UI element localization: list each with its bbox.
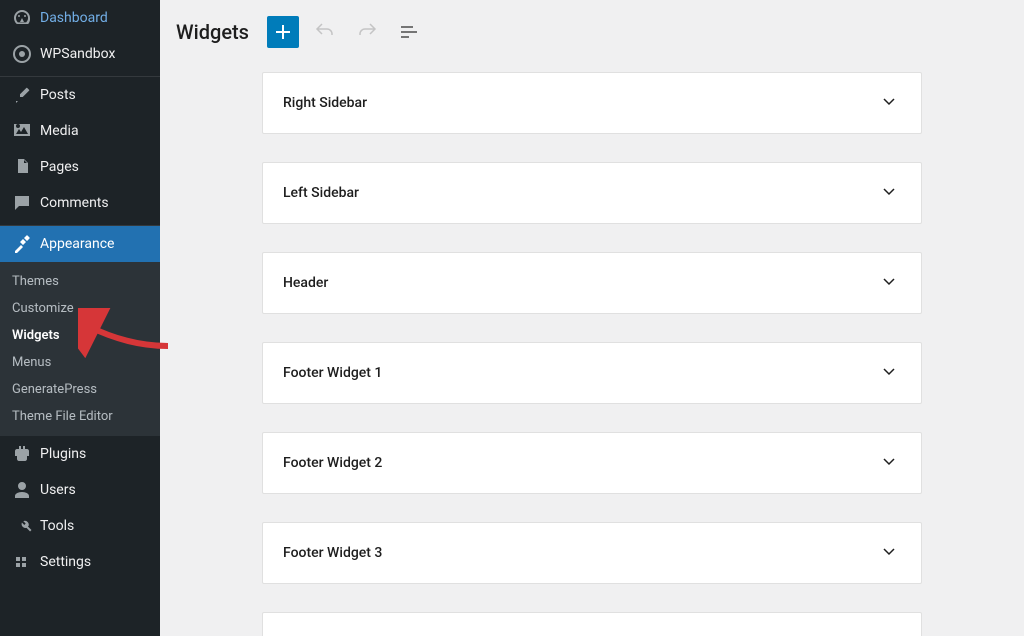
chevron-down-icon — [877, 359, 901, 387]
sidebar-item-label: Pages — [40, 159, 79, 175]
sidebar-item-wpsandbox[interactable]: WPSandbox — [0, 36, 160, 72]
widget-area-footer-2[interactable]: Footer Widget 2 — [262, 432, 922, 494]
main-content: Widgets Right Sidebar Left Sidebar He — [160, 0, 1024, 636]
redo-button[interactable] — [351, 16, 383, 48]
dashboard-icon — [12, 8, 32, 28]
appearance-submenu: Themes Customize Widgets Menus GenerateP… — [0, 262, 160, 436]
settings-icon — [12, 552, 32, 572]
editor-header: Widgets — [160, 0, 1024, 72]
sidebar-item-label: WPSandbox — [40, 46, 115, 62]
widget-area-title: Footer Widget 2 — [283, 455, 382, 471]
chevron-down-icon — [877, 179, 901, 207]
widget-area-footer-1[interactable]: Footer Widget 1 — [262, 342, 922, 404]
sidebar-item-label: Media — [40, 123, 79, 139]
plugins-icon — [12, 444, 32, 464]
sidebar-item-appearance[interactable]: Appearance — [0, 226, 160, 262]
pin-icon — [12, 85, 32, 105]
widget-area-title: Footer Widget 3 — [283, 545, 382, 561]
submenu-item-generatepress[interactable]: GeneratePress — [0, 376, 160, 403]
pages-icon — [12, 157, 32, 177]
chevron-down-icon — [877, 449, 901, 477]
redo-icon — [355, 20, 379, 44]
widget-area-title: Header — [283, 275, 328, 291]
sidebar-item-label: Dashboard — [40, 10, 108, 26]
list-view-button[interactable] — [393, 16, 425, 48]
submenu-item-menus[interactable]: Menus — [0, 349, 160, 376]
widget-area-footer-3[interactable]: Footer Widget 3 — [262, 522, 922, 584]
list-view-icon — [397, 20, 421, 44]
submenu-item-themes[interactable]: Themes — [0, 268, 160, 295]
media-icon — [12, 121, 32, 141]
sidebar-item-users[interactable]: Users — [0, 472, 160, 508]
sidebar-item-posts[interactable]: Posts — [0, 77, 160, 113]
sidebar-item-tools[interactable]: Tools — [0, 508, 160, 544]
widget-area-title: Footer Widget 1 — [283, 365, 382, 381]
widget-area-title: Right Sidebar — [283, 95, 367, 111]
add-block-button[interactable] — [267, 16, 299, 48]
page-title: Widgets — [176, 20, 249, 44]
sidebar-item-label: Appearance — [40, 236, 114, 252]
sidebar-item-label: Comments — [40, 195, 109, 211]
appearance-icon — [12, 234, 32, 254]
sidebar-item-media[interactable]: Media — [0, 113, 160, 149]
chevron-down-icon — [877, 89, 901, 117]
sidebar-item-dashboard[interactable]: Dashboard — [0, 0, 160, 36]
widget-areas-list: Right Sidebar Left Sidebar Header Footer… — [160, 72, 1024, 636]
chevron-down-icon — [877, 539, 901, 567]
widget-area-header[interactable]: Header — [262, 252, 922, 314]
sidebar-item-label: Plugins — [40, 446, 86, 462]
undo-button[interactable] — [309, 16, 341, 48]
sidebar-item-plugins[interactable]: Plugins — [0, 436, 160, 472]
sidebar-item-comments[interactable]: Comments — [0, 185, 160, 221]
submenu-item-widgets[interactable]: Widgets — [0, 322, 160, 349]
sidebar-item-label: Settings — [40, 554, 91, 570]
widget-area-title: Left Sidebar — [283, 185, 359, 201]
widget-area-left-sidebar[interactable]: Left Sidebar — [262, 162, 922, 224]
chevron-down-icon — [877, 269, 901, 297]
comments-icon — [12, 193, 32, 213]
sidebar-item-label: Posts — [40, 87, 76, 103]
sidebar-item-pages[interactable]: Pages — [0, 149, 160, 185]
sidebar-item-settings[interactable]: Settings — [0, 544, 160, 580]
widget-area-right-sidebar[interactable]: Right Sidebar — [262, 72, 922, 134]
undo-icon — [313, 20, 337, 44]
users-icon — [12, 480, 32, 500]
submenu-item-customize[interactable]: Customize — [0, 295, 160, 322]
sidebar-item-label: Tools — [40, 518, 74, 534]
sidebar-item-label: Users — [40, 482, 76, 498]
plus-icon — [271, 20, 295, 44]
submenu-item-theme-file-editor[interactable]: Theme File Editor — [0, 403, 160, 430]
chevron-down-icon — [877, 629, 901, 636]
tools-icon — [12, 516, 32, 536]
wpsandbox-icon — [12, 44, 32, 64]
widget-area-footer-4[interactable]: Footer Widget 4 — [262, 612, 922, 636]
admin-sidebar: Dashboard WPSandbox Posts Media Pages Co… — [0, 0, 160, 636]
